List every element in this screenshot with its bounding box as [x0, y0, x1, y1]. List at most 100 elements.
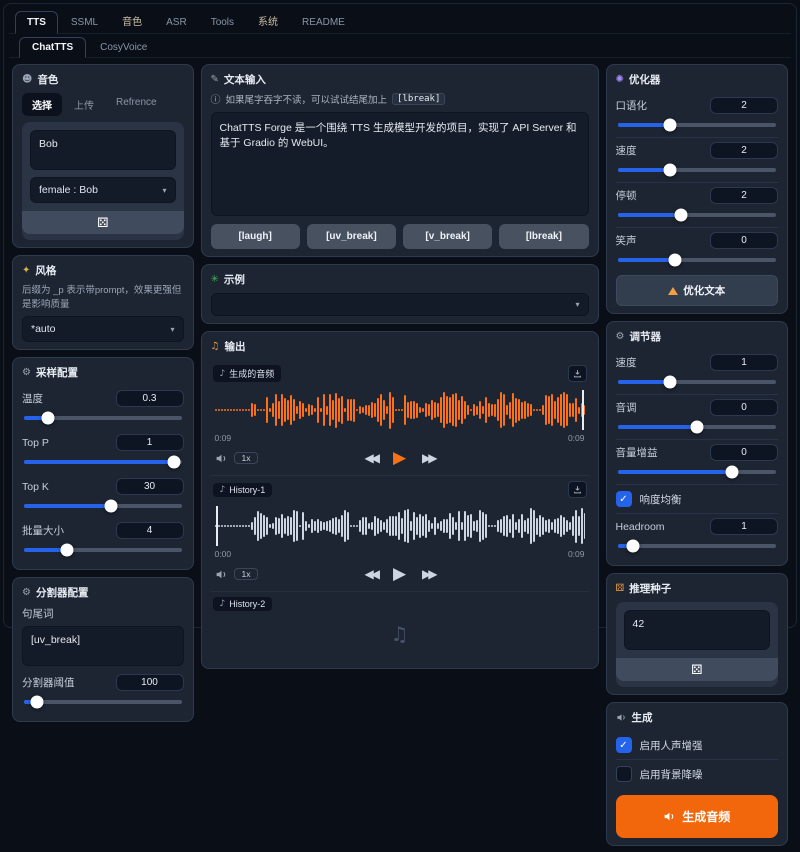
- denoise-checkbox[interactable]: [616, 766, 632, 782]
- slider-track[interactable]: [618, 544, 777, 548]
- slider-batch-size: 批量大小4: [22, 518, 184, 562]
- voice-tab-upload[interactable]: 上传: [64, 93, 104, 116]
- slider-track[interactable]: [618, 380, 777, 384]
- playback-speed-button[interactable]: 1x: [234, 568, 259, 580]
- forward-icon[interactable]: ▶▶: [422, 451, 434, 465]
- slider-thumb[interactable]: [725, 466, 738, 479]
- volume-icon[interactable]: [215, 568, 228, 581]
- slider-thumb[interactable]: [690, 421, 703, 434]
- volume-icon[interactable]: [215, 452, 228, 465]
- voice-enhance-checkbox[interactable]: ✓: [616, 737, 632, 753]
- slider-top-p: Top P1: [22, 430, 184, 474]
- slider-track[interactable]: [24, 700, 182, 704]
- tab-voice[interactable]: 音色: [111, 8, 153, 33]
- slider-thumb[interactable]: [663, 164, 676, 177]
- slider-thumb[interactable]: [30, 696, 43, 709]
- engine-tab-bar: ChatTTS CosyVoice: [9, 34, 791, 58]
- examples-dropdown[interactable]: ▾: [211, 293, 589, 316]
- slider-thumb[interactable]: [674, 209, 687, 222]
- slider-thumb[interactable]: [41, 412, 54, 425]
- insert-lbreak-button[interactable]: [lbreak]: [499, 224, 588, 249]
- tab-cosyvoice[interactable]: CosyVoice: [88, 38, 159, 57]
- text-input-hint: ⓘ 如果尾字吞字不读，可以试试结尾加上 [lbreak]: [211, 91, 589, 106]
- rewind-icon[interactable]: ◀◀: [364, 451, 376, 465]
- gear-icon: ⚙: [616, 331, 625, 342]
- seed-random-button[interactable]: ⚄: [616, 658, 779, 681]
- slider-value[interactable]: 1: [710, 354, 778, 371]
- tab-tts[interactable]: TTS: [15, 11, 58, 34]
- slider-thumb[interactable]: [60, 544, 73, 557]
- optimize-text-button[interactable]: 优化文本: [616, 275, 779, 306]
- forward-icon[interactable]: ▶▶: [422, 567, 434, 581]
- slider-value[interactable]: 0.3: [116, 390, 184, 407]
- slider-thumb[interactable]: [627, 540, 640, 553]
- slider-colloquial: 口语化2: [616, 93, 779, 137]
- slider-value[interactable]: 2: [710, 187, 778, 204]
- rewind-icon[interactable]: ◀◀: [364, 567, 376, 581]
- slider-track[interactable]: [618, 425, 777, 429]
- tab-tools[interactable]: Tools: [200, 12, 245, 33]
- voice-random-button[interactable]: ⚄: [22, 211, 184, 234]
- slider-track[interactable]: [618, 470, 777, 474]
- slider-thumb[interactable]: [663, 119, 676, 132]
- slider-thumb[interactable]: [167, 456, 180, 469]
- slider-temperature: 温度0.3: [22, 386, 184, 430]
- voice-dropdown[interactable]: female : Bob ▾: [30, 177, 176, 203]
- slider-track[interactable]: [24, 548, 182, 552]
- insert-uv-break-button[interactable]: [uv_break]: [307, 224, 396, 249]
- loudness-checkbox[interactable]: ✓: [616, 491, 632, 507]
- waveform-generated[interactable]: [215, 388, 585, 432]
- optimizer-title: 优化器: [629, 72, 661, 87]
- slider-track[interactable]: [24, 416, 182, 420]
- slider-value[interactable]: 2: [710, 142, 778, 159]
- voice-name-input[interactable]: Bob: [30, 130, 176, 170]
- waveform-history-1[interactable]: [215, 504, 585, 548]
- style-dropdown[interactable]: *auto ▾: [22, 316, 184, 342]
- play-icon[interactable]: ▶: [393, 450, 406, 467]
- slider-track[interactable]: [618, 123, 777, 127]
- insert-laugh-button[interactable]: [laugh]: [211, 224, 300, 249]
- app-window: TTS SSML 音色 ASR Tools 系统 README ChatTTS …: [3, 3, 797, 628]
- slider-value[interactable]: 1: [116, 434, 184, 451]
- eos-label: 句尾词: [22, 606, 184, 621]
- generate-audio-button[interactable]: 生成音频: [616, 795, 779, 838]
- download-icon[interactable]: [568, 365, 587, 382]
- playhead-cursor[interactable]: [582, 390, 584, 430]
- insert-v-break-button[interactable]: [v_break]: [403, 224, 492, 249]
- play-icon[interactable]: ▶: [393, 566, 406, 583]
- slider-track[interactable]: [618, 213, 777, 217]
- music-icon: ♫: [211, 341, 220, 352]
- seed-input[interactable]: 42: [624, 610, 771, 650]
- slider-track[interactable]: [24, 460, 182, 464]
- tab-system[interactable]: 系统: [247, 8, 289, 33]
- slider-track[interactable]: [618, 258, 777, 262]
- voice-tab-select[interactable]: 选择: [22, 93, 62, 116]
- slider-value[interactable]: 100: [116, 674, 184, 691]
- tab-readme[interactable]: README: [291, 12, 356, 33]
- slider-track[interactable]: [618, 168, 777, 172]
- playback-speed-button[interactable]: 1x: [234, 452, 259, 464]
- slider-thumb[interactable]: [104, 500, 117, 513]
- slider-thumb[interactable]: [663, 376, 676, 389]
- tts-text-input[interactable]: ChatTTS Forge 是一个围绕 TTS 生成模型开发的项目，实现了 AP…: [211, 112, 589, 216]
- center-column: ✎文本输入 ⓘ 如果尾字吞字不读，可以试试结尾加上 [lbreak] ChatT…: [201, 64, 599, 669]
- slider-value[interactable]: 2: [710, 97, 778, 114]
- slider-track[interactable]: [24, 504, 182, 508]
- slider-value[interactable]: 0: [710, 399, 778, 416]
- slider-thumb[interactable]: [668, 254, 681, 267]
- slider-value[interactable]: 0: [710, 444, 778, 461]
- duration: 0:09: [568, 433, 585, 443]
- tab-asr[interactable]: ASR: [155, 12, 198, 33]
- note-icon: ♪: [220, 485, 226, 495]
- playhead-cursor[interactable]: [216, 506, 218, 546]
- tab-chattts[interactable]: ChatTTS: [19, 37, 86, 58]
- slider-value[interactable]: 30: [116, 478, 184, 495]
- tab-ssml[interactable]: SSML: [60, 12, 109, 33]
- eos-input[interactable]: [uv_break]: [22, 626, 184, 666]
- download-icon[interactable]: [568, 481, 587, 498]
- left-column: ☻音色 选择 上传 Refrence Bob female : Bob ▾ ⚄ …: [12, 64, 194, 722]
- voice-tab-refrence[interactable]: Refrence: [106, 93, 167, 116]
- slider-value[interactable]: 1: [710, 518, 778, 535]
- slider-value[interactable]: 4: [116, 522, 184, 539]
- slider-value[interactable]: 0: [710, 232, 778, 249]
